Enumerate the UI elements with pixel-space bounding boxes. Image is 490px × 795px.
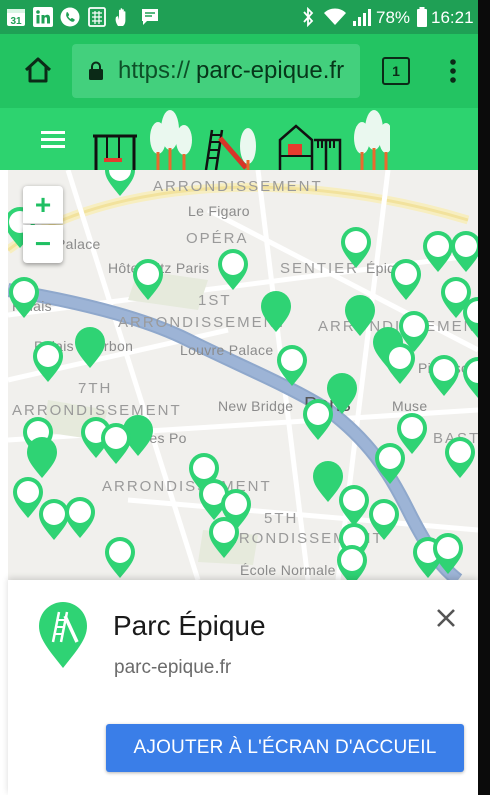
zoom-in-button[interactable]: + <box>23 186 63 224</box>
map-pin-marker[interactable] <box>431 532 465 576</box>
close-icon <box>437 609 455 627</box>
map-pin-marker[interactable] <box>63 496 97 540</box>
menu-button[interactable] <box>38 126 70 154</box>
add-to-homescreen-banner: Parc Épique parc-epique.fr AJOUTER À L'É… <box>8 580 478 795</box>
screen-edge <box>478 0 490 795</box>
home-icon <box>24 57 52 83</box>
map-pin-marker[interactable] <box>373 442 407 486</box>
message-icon <box>140 7 160 27</box>
map-pin-marker[interactable] <box>275 344 309 388</box>
site-header <box>0 108 478 170</box>
home-button[interactable] <box>22 54 54 86</box>
map-pin-marker[interactable] <box>461 296 478 340</box>
close-banner-button[interactable] <box>432 604 460 632</box>
app-name: Parc Épique <box>113 610 266 641</box>
map-pin-marker[interactable] <box>216 248 250 292</box>
map-pin-marker[interactable] <box>207 516 241 560</box>
hand-icon <box>113 7 133 27</box>
map-pin-marker[interactable] <box>103 536 137 580</box>
more-vert-icon <box>450 59 456 83</box>
phone-icon <box>60 7 80 27</box>
app-url: parc-epique.fr <box>114 657 232 678</box>
map-pin-marker[interactable] <box>301 398 335 442</box>
battery-icon <box>416 7 428 27</box>
map-pin-marker[interactable] <box>383 342 417 386</box>
overflow-menu-button[interactable] <box>440 56 466 86</box>
map-pin-marker[interactable] <box>259 290 293 334</box>
map-pin-marker[interactable] <box>103 170 137 198</box>
signal-icon <box>352 7 372 27</box>
map-pin-marker[interactable] <box>31 340 65 384</box>
map-pin-marker[interactable] <box>389 258 423 302</box>
bluetooth-icon <box>300 7 316 27</box>
clock: 16:21 <box>431 8 474 27</box>
zoom-out-button[interactable]: − <box>23 225 63 263</box>
playground-illustration <box>93 110 390 170</box>
map-pin-marker[interactable] <box>131 258 165 302</box>
map-pin-marker[interactable] <box>443 436 477 480</box>
add-to-homescreen-button[interactable]: AJOUTER À L'ÉCRAN D'ACCUEIL <box>106 724 464 772</box>
map-pin-marker[interactable] <box>335 544 369 580</box>
map-pin-marker[interactable] <box>8 276 41 320</box>
map-pin-marker[interactable] <box>367 498 401 542</box>
battery-percent: 78% <box>376 8 411 27</box>
map-pin-marker[interactable] <box>461 356 478 400</box>
linkedin-icon <box>33 7 53 27</box>
app-logo-icon <box>39 602 87 668</box>
calendar-day: 31 <box>10 16 22 27</box>
marker-layer <box>8 170 478 580</box>
map[interactable]: ARRONDISSEMENT Le Figaro OPÉRA Palace Hô… <box>8 170 478 580</box>
tab-switcher-button[interactable]: 1 <box>382 57 410 85</box>
map-pin-marker[interactable] <box>99 422 133 466</box>
browser-toolbar: https:// parc-epique.fr 1 <box>0 34 478 108</box>
hamburger-icon <box>41 131 65 148</box>
url-host: parc-epique.fr <box>196 57 345 84</box>
map-pin-marker[interactable] <box>25 436 59 480</box>
map-pin-marker[interactable] <box>427 354 461 398</box>
map-pin-marker[interactable] <box>449 230 478 274</box>
status-bar: 31 78% 16:21 <box>0 0 478 34</box>
address-bar[interactable]: https:// parc-epique.fr <box>72 44 360 98</box>
map-pin-marker[interactable] <box>73 326 107 370</box>
sim-icon <box>87 7 107 27</box>
wifi-icon <box>323 7 347 27</box>
lock-icon <box>89 61 103 80</box>
phone-screen: 31 78% 16:21 https:// parc-epique.fr 1 A… <box>0 0 478 795</box>
url-scheme: https:// <box>118 57 191 84</box>
calendar-icon: 31 <box>6 7 26 27</box>
map-pin-marker[interactable] <box>339 226 373 270</box>
